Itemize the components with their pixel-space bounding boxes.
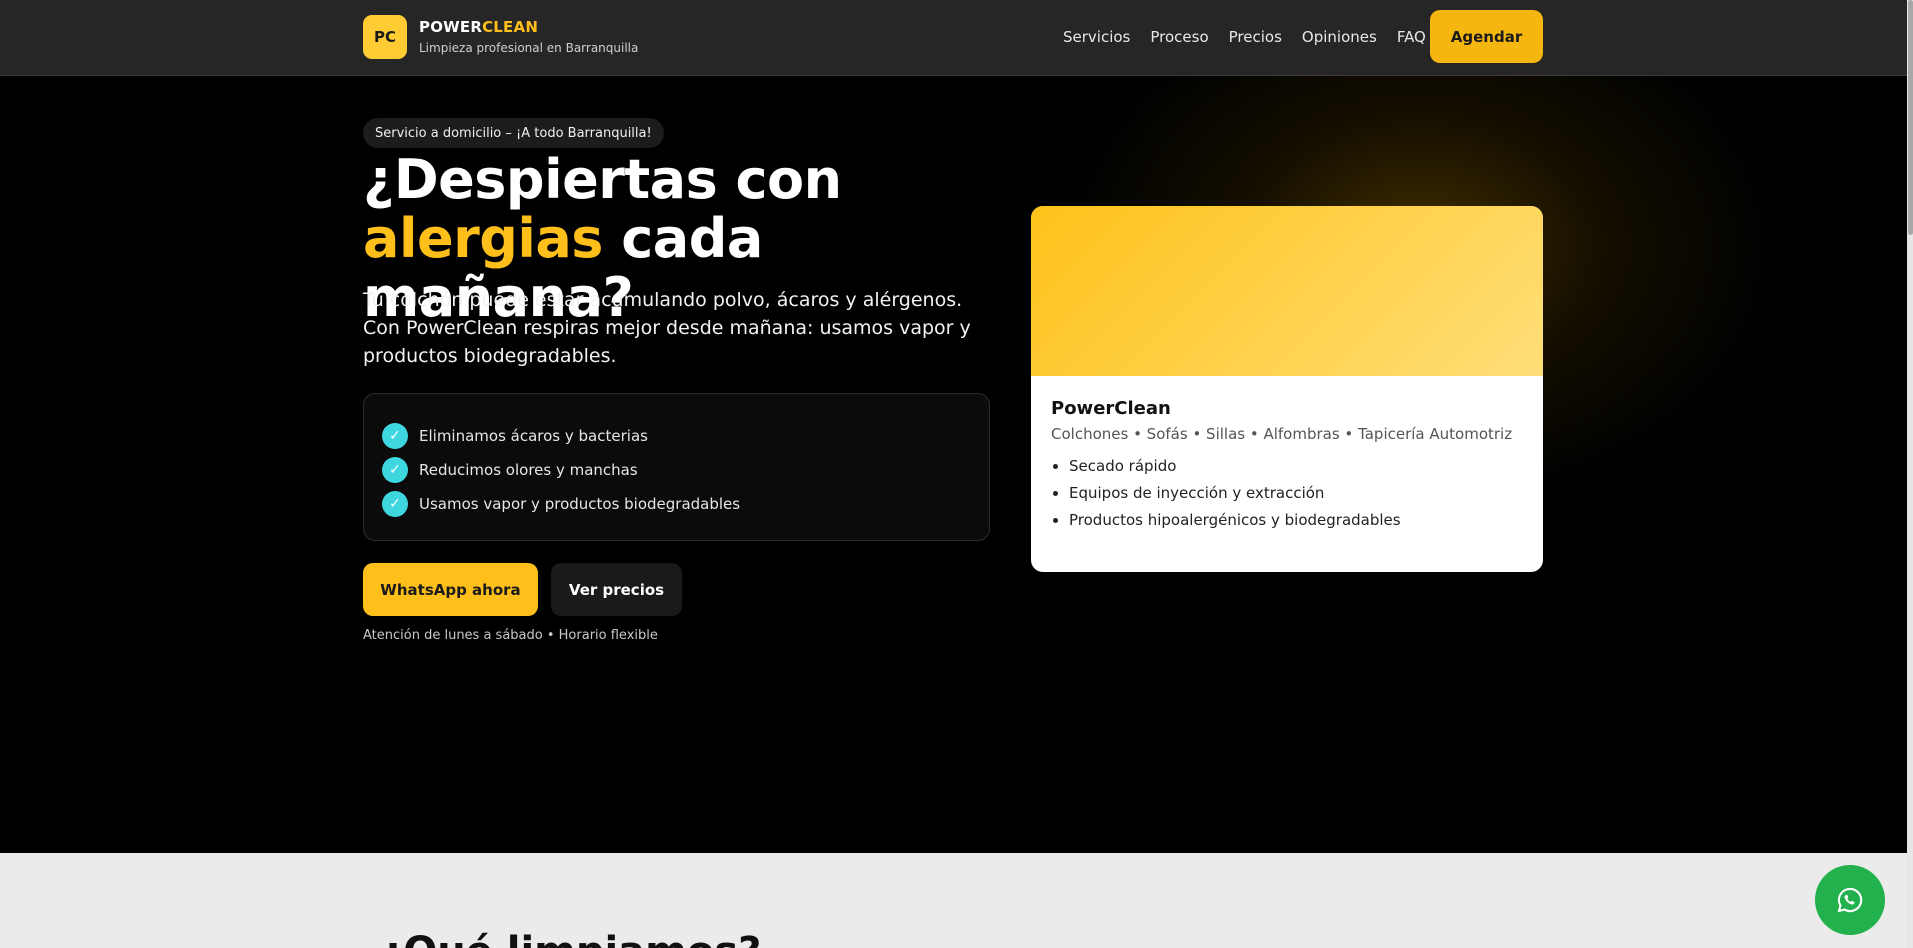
benefit-label: Reducimos olores y manchas — [419, 461, 638, 479]
brand-name[interactable]: POWERCLEAN — [419, 18, 538, 36]
service-card: PowerClean Colchones • Sofás • Sillas • … — [1031, 206, 1543, 572]
benefit-item: ✓ Eliminamos ácaros y bacterias — [382, 419, 971, 453]
logo-badge[interactable]: PC — [363, 15, 407, 59]
brand-tagline: Limpieza profesional en Barranquilla — [419, 41, 639, 55]
scrollbar-thumb[interactable] — [1908, 0, 1913, 235]
services-section: ¿Qué limpiamos? — [0, 853, 1907, 948]
nav-link-precios[interactable]: Precios — [1229, 28, 1282, 46]
whatsapp-icon — [1837, 887, 1863, 913]
check-icon: ✓ — [382, 491, 408, 517]
card-feature-item: Secado rápido — [1069, 457, 1543, 484]
check-icon: ✓ — [382, 423, 408, 449]
hero-title-highlight: alergias — [363, 207, 603, 270]
benefit-label: Eliminamos ácaros y bacterias — [419, 427, 648, 445]
card-banner — [1031, 206, 1543, 376]
opening-hours: Atención de lunes a sábado • Horario fle… — [363, 628, 658, 643]
nav-link-faq[interactable]: FAQ — [1397, 28, 1426, 46]
card-subtitle: Colchones • Sofás • Sillas • Alfombras •… — [1051, 425, 1513, 443]
check-icon: ✓ — [382, 457, 408, 483]
nav-link-opiniones[interactable]: Opiniones — [1302, 28, 1377, 46]
nav-link-servicios[interactable]: Servicios — [1063, 28, 1130, 46]
card-feature-item: Productos hipoalergénicos y biodegradabl… — [1069, 511, 1543, 538]
services-section-title: ¿Qué limpiamos? — [380, 929, 761, 948]
brand-part-power: POWER — [419, 18, 483, 36]
whatsapp-float-button[interactable] — [1815, 865, 1885, 935]
hero-title-line1: ¿Despiertas con — [363, 148, 842, 211]
service-pill: Servicio a domicilio – ¡A todo Barranqui… — [363, 118, 664, 148]
benefit-label: Usamos vapor y productos biodegradables — [419, 495, 741, 513]
card-title: PowerClean — [1051, 398, 1171, 419]
nav-link-proceso[interactable]: Proceso — [1150, 28, 1208, 46]
see-prices-button[interactable]: Ver precios — [551, 563, 682, 616]
benefit-item: ✓ Usamos vapor y productos biodegradable… — [382, 487, 971, 521]
schedule-button[interactable]: Agendar — [1430, 10, 1543, 63]
whatsapp-now-button[interactable]: WhatsApp ahora — [363, 563, 538, 616]
card-feature-list: Secado rápido Equipos de inyección y ext… — [1069, 457, 1543, 538]
brand-part-clean: CLEAN — [482, 18, 539, 36]
top-navbar: PC POWERCLEAN Limpieza profesional en Ba… — [0, 0, 1907, 76]
nav-links: Servicios Proceso Precios Opiniones FAQ — [1063, 28, 1426, 46]
benefit-item: ✓ Reducimos olores y manchas — [382, 453, 971, 487]
benefits-box: ✓ Eliminamos ácaros y bacterias ✓ Reduci… — [363, 393, 990, 541]
card-feature-item: Equipos de inyección y extracción — [1069, 484, 1543, 511]
hero-lead: Tu colchón puede estar acumulando polvo,… — [363, 289, 971, 367]
